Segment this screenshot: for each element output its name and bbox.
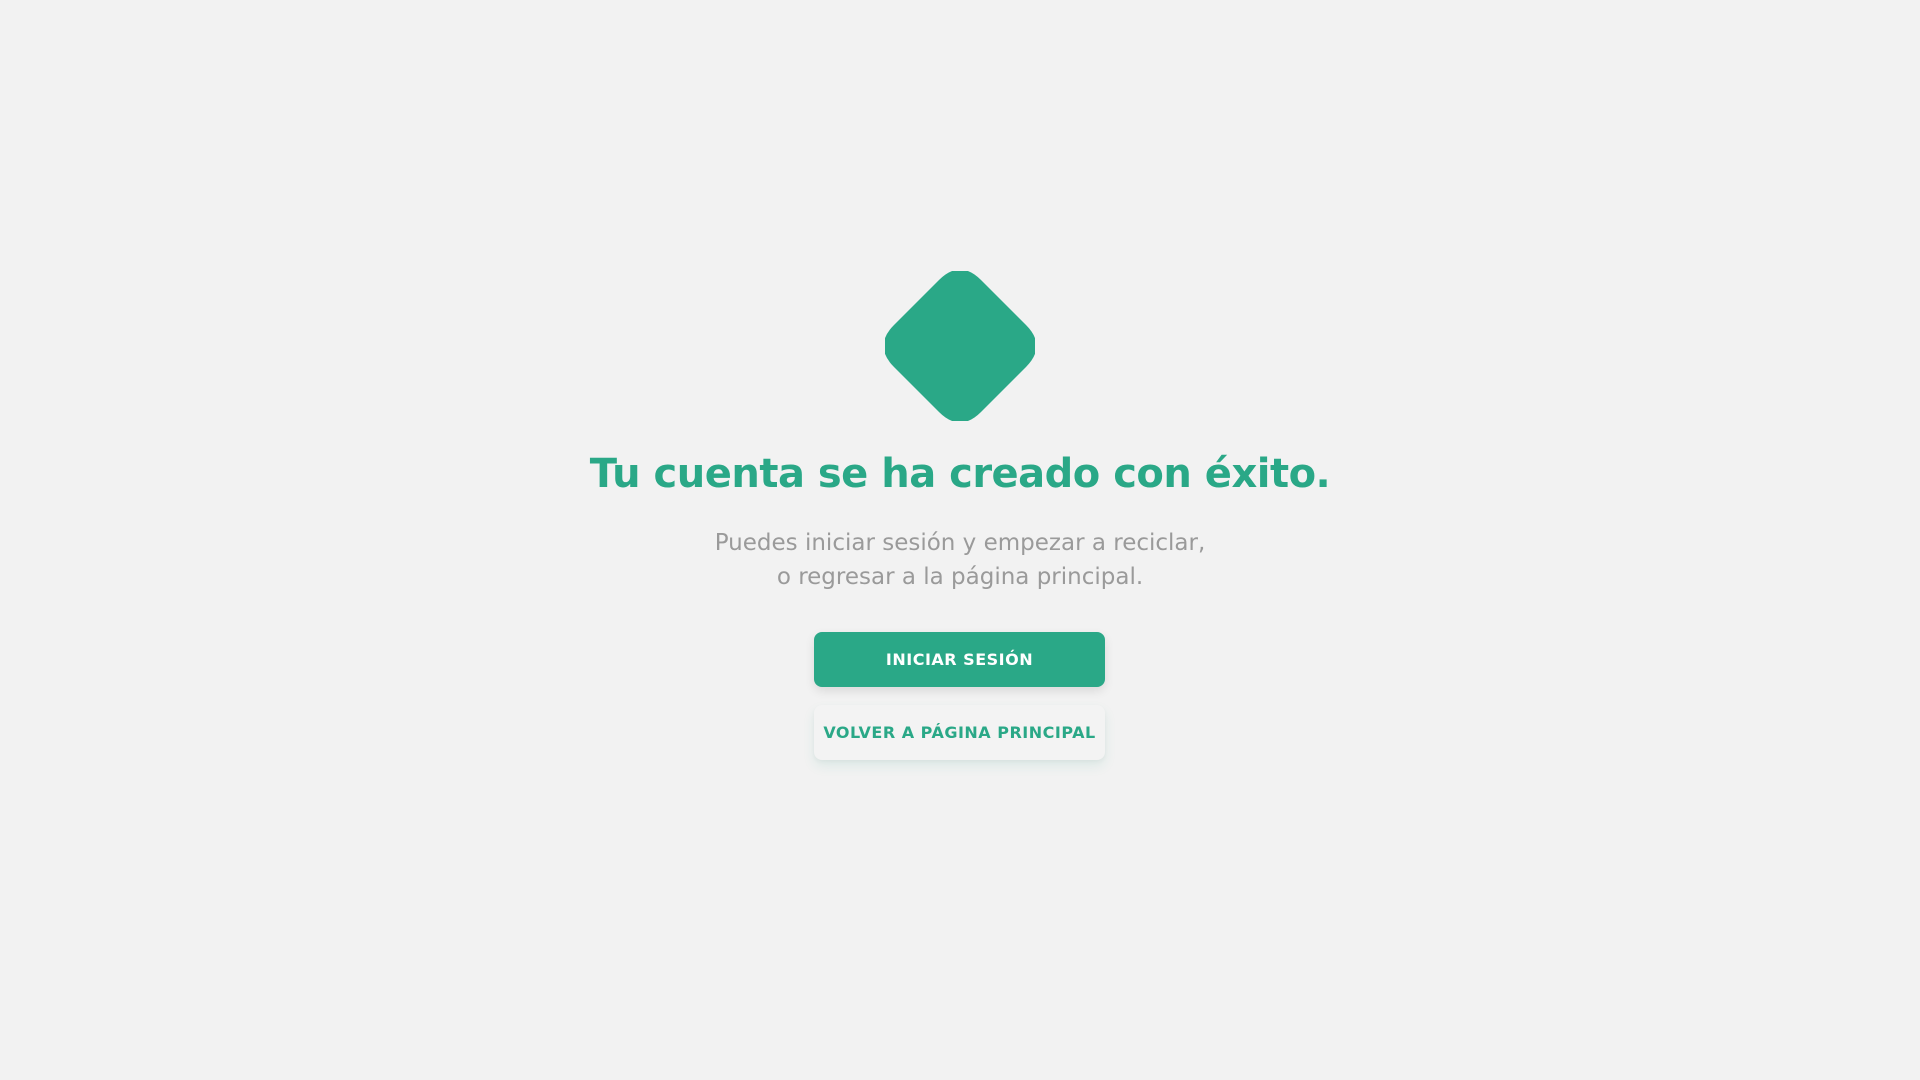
success-message-line-2: o regresar a la página principal. [776, 564, 1144, 590]
diamond-logo-shape [885, 271, 1035, 421]
success-message-line-1: Puedes iniciar sesión y empezar a recicl… [714, 530, 1206, 556]
login-button[interactable]: INICIAR SESIÓN [814, 632, 1105, 687]
success-page: Tu cuenta se ha creado con éxito. Puedes… [0, 0, 1920, 1080]
diamond-logo-icon [885, 271, 1035, 421]
diamond-logo-path [885, 271, 1035, 421]
success-panel: Tu cuenta se ha creado con éxito. Puedes… [0, 0, 1920, 1080]
success-message: Puedes iniciar sesión y empezar a recicl… [0, 526, 1920, 594]
back-to-home-button[interactable]: VOLVER A PÁGINA PRINCIPAL [814, 705, 1105, 760]
page-title: Tu cuenta se ha creado con éxito. [589, 451, 1331, 497]
